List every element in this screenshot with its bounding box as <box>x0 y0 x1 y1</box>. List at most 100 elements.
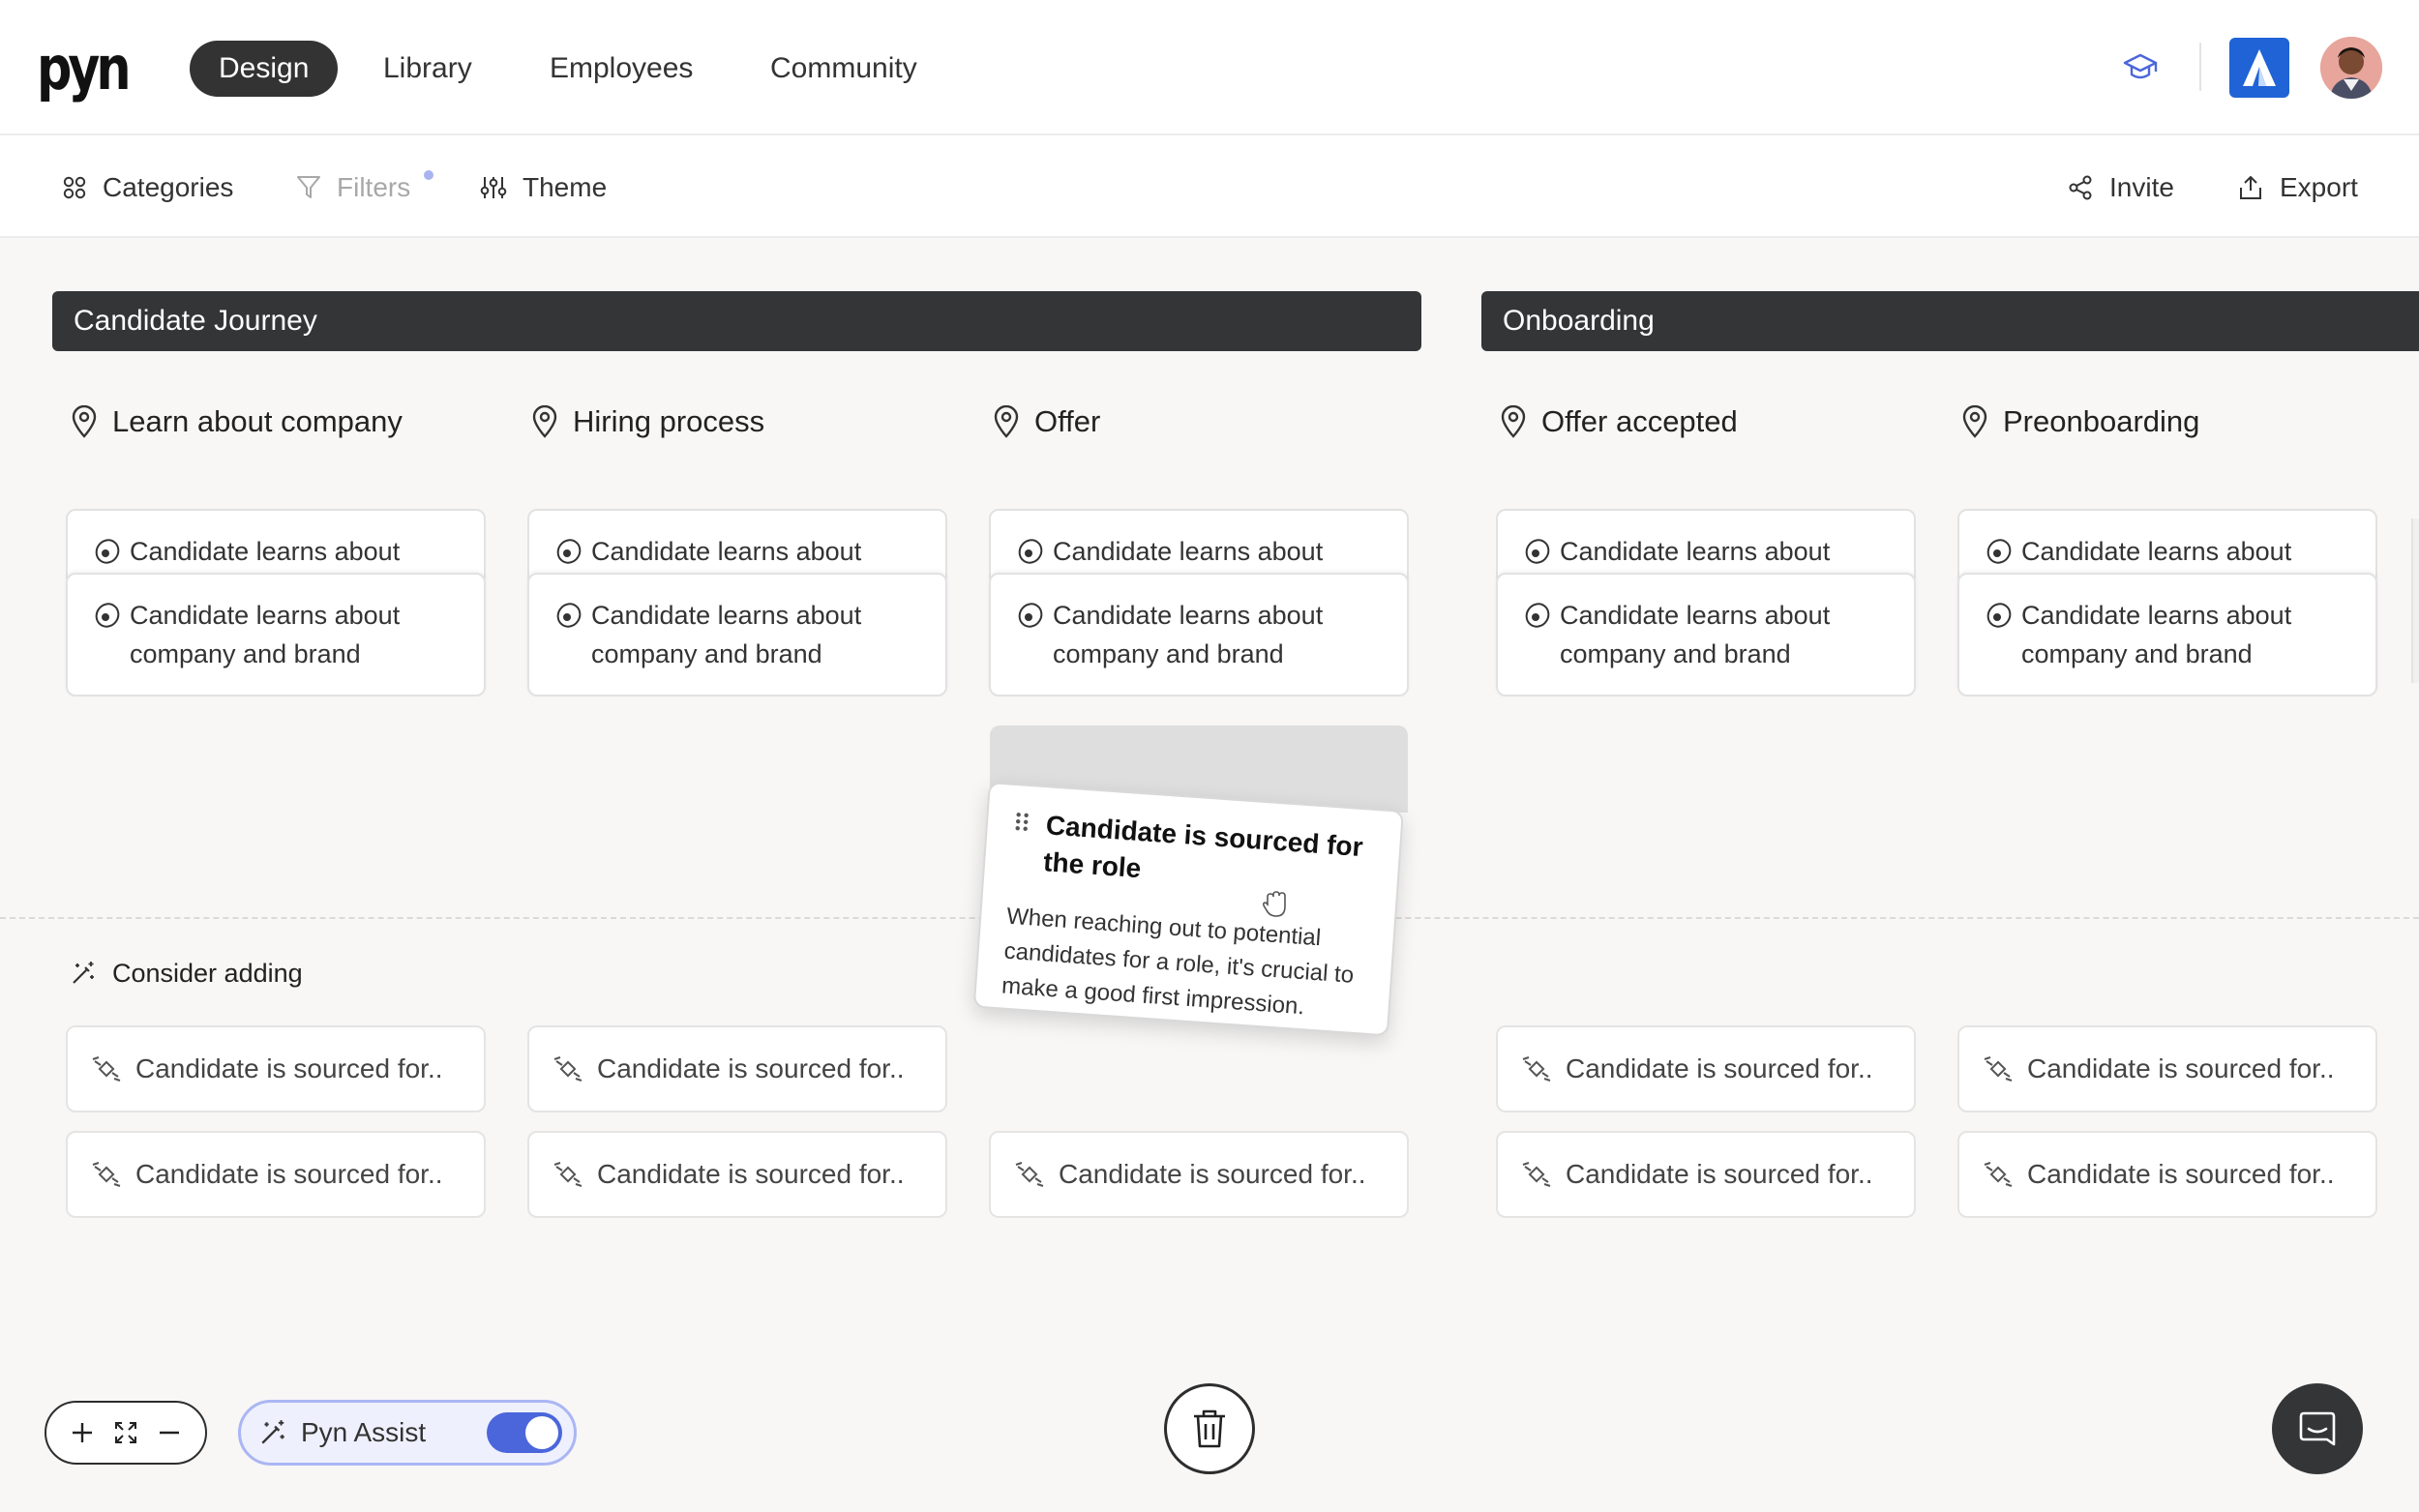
invite-button[interactable]: Invite <box>2067 170 2174 205</box>
step-hiring-process[interactable]: Hiring process <box>530 402 764 441</box>
dragged-card-description: When reaching out to potential candidate… <box>1000 903 1355 1021</box>
step-title-label: Hiring process <box>573 404 765 438</box>
board-toolbar: Categories Filters Theme Invite Export <box>0 135 2419 238</box>
avocado-icon <box>1986 603 2012 628</box>
fit-to-screen-button[interactable] <box>109 1416 142 1449</box>
card-title: Candidate learns about <box>1560 537 1831 566</box>
drag-handle-icon[interactable] <box>1012 811 1030 833</box>
suggestion-card[interactable]: Candidate is sourced for.. <box>527 1025 947 1112</box>
suggestion-label: Candidate is sourced for.. <box>1566 1053 1873 1083</box>
zoom-controls <box>45 1401 207 1465</box>
magic-wand-icon <box>261 1420 284 1444</box>
pyn-assist-control: Pyn Assist <box>238 1400 577 1466</box>
suggestion-card[interactable]: Candidate is sourced for.. <box>989 1131 1409 1218</box>
card-title-line1: Candidate learns about <box>130 601 401 630</box>
card-title: Candidate learns about <box>591 537 862 566</box>
suggestion-label: Candidate is sourced for.. <box>597 1053 905 1083</box>
share-icon <box>2069 175 2092 200</box>
zoom-in-button[interactable] <box>66 1416 99 1449</box>
export-button[interactable]: Export <box>2237 170 2358 205</box>
avocado-icon <box>556 539 582 564</box>
suggestion-label: Candidate is sourced for.. <box>2027 1159 2335 1189</box>
avocado-icon <box>95 539 120 564</box>
nav-divider <box>2199 43 2201 91</box>
tab-library[interactable]: Library <box>354 41 501 97</box>
graduation-cap-icon[interactable] <box>2121 48 2160 87</box>
map-pin-icon <box>994 405 1019 438</box>
pyn-assist-label: Pyn Assist <box>301 1417 427 1447</box>
chat-support-button[interactable] <box>2272 1383 2363 1474</box>
moment-card[interactable]: Candidate learns about company and brand <box>66 573 486 697</box>
suggestion-card[interactable]: Candidate is sourced for.. <box>1957 1025 2377 1112</box>
suggestion-card[interactable]: Candidate is sourced for.. <box>527 1131 947 1218</box>
satellite-icon <box>1984 1162 2013 1187</box>
moment-card[interactable]: Candidate learns about company and brand <box>1496 573 1916 697</box>
top-navigation: pyn Design Library Employees Community <box>0 0 2419 135</box>
avocado-icon <box>556 603 582 628</box>
stage-onboarding[interactable]: Onboarding <box>1481 291 2419 351</box>
card-title-line2: company and brand <box>1560 639 1791 668</box>
avocado-icon <box>1525 603 1550 628</box>
tab-community[interactable]: Community <box>741 41 946 97</box>
suggestion-label: Candidate is sourced for.. <box>135 1159 443 1189</box>
card-title: Candidate learns about <box>130 537 401 566</box>
zoom-out-button[interactable] <box>153 1416 186 1449</box>
suggestion-label: Candidate is sourced for.. <box>597 1159 905 1189</box>
avocado-icon <box>95 603 120 628</box>
atlassian-app-icon[interactable] <box>2229 38 2289 98</box>
filters-button[interactable]: Filters <box>296 170 410 205</box>
satellite-icon <box>92 1162 121 1187</box>
tab-employees[interactable]: Employees <box>521 41 722 97</box>
satellite-icon <box>1015 1162 1044 1187</box>
dragged-moment-card[interactable]: Candidate is sourced for the role When r… <box>972 782 1404 1037</box>
satellite-icon <box>1522 1056 1551 1082</box>
suggestion-card[interactable]: Candidate is sourced for.. <box>66 1131 486 1218</box>
invite-label: Invite <box>2109 172 2174 202</box>
step-offer[interactable]: Offer <box>992 402 1100 441</box>
suggestion-card[interactable]: Candidate is sourced for.. <box>1957 1131 2377 1218</box>
moment-card[interactable]: Candidate learns about company and brand <box>989 573 1409 697</box>
suggestion-card[interactable]: Candidate is sourced for.. <box>1496 1131 1916 1218</box>
step-learn-about-company[interactable]: Learn about company <box>70 402 403 441</box>
consider-adding-label: Consider adding <box>112 958 303 988</box>
categories-label: Categories <box>103 172 234 202</box>
theme-button[interactable]: Theme <box>480 170 607 205</box>
filter-active-dot <box>424 170 433 180</box>
categories-button[interactable]: Categories <box>62 170 233 205</box>
export-label: Export <box>2280 172 2358 202</box>
filters-label: Filters <box>337 172 411 202</box>
stage-candidate-journey[interactable]: Candidate Journey <box>52 291 1421 351</box>
user-avatar[interactable] <box>2320 37 2382 99</box>
satellite-icon <box>553 1056 582 1082</box>
step-title-label: Offer accepted <box>1541 404 1738 438</box>
card-title-line1: Candidate learns about <box>591 601 862 630</box>
pyn-logo[interactable]: pyn <box>37 35 132 103</box>
suggestion-label: Candidate is sourced for.. <box>1059 1159 1366 1189</box>
toggle-knob <box>525 1416 558 1449</box>
map-pin-icon <box>72 405 97 438</box>
step-preonboarding[interactable]: Preonboarding <box>1960 402 2199 441</box>
expand-icon <box>114 1422 136 1443</box>
step-offer-accepted[interactable]: Offer accepted <box>1499 402 1738 441</box>
card-title-line2: company and brand <box>591 639 822 668</box>
suggestion-card[interactable]: Candidate is sourced for.. <box>66 1025 486 1112</box>
pyn-assist-toggle[interactable] <box>487 1412 562 1453</box>
dragged-card-title: Candidate is sourced for the role <box>1042 810 1364 884</box>
delete-drop-zone[interactable] <box>1164 1383 1255 1474</box>
card-title-line1: Candidate learns about <box>1560 601 1831 630</box>
tab-design[interactable]: Design <box>190 41 339 97</box>
next-column-edge <box>2411 519 2419 683</box>
grab-cursor-icon <box>1262 891 1286 917</box>
suggestion-card[interactable]: Candidate is sourced for.. <box>1496 1025 1916 1112</box>
satellite-icon <box>92 1056 121 1082</box>
suggestion-label: Candidate is sourced for.. <box>135 1053 443 1083</box>
card-title-line2: company and brand <box>2021 639 2253 668</box>
theme-label: Theme <box>523 172 608 202</box>
grid-icon <box>63 176 86 199</box>
card-title: Candidate learns about <box>2021 537 2292 566</box>
moment-card[interactable]: Candidate learns about company and brand <box>1957 573 2377 697</box>
card-title-line2: company and brand <box>1053 639 1284 668</box>
step-title-label: Offer <box>1034 404 1101 438</box>
map-pin-icon <box>532 405 557 438</box>
moment-card[interactable]: Candidate learns about company and brand <box>527 573 947 697</box>
